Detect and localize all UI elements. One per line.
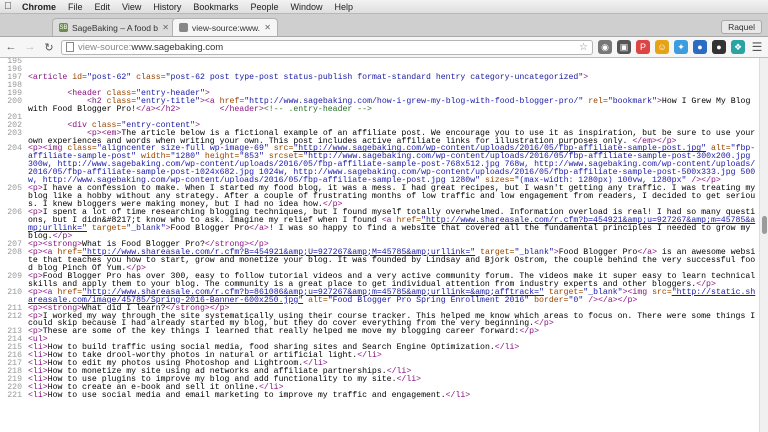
menu-view[interactable]: View bbox=[116, 2, 147, 12]
browser-toolbar: ← → ↻ view-source: www.sagebaking.com ☆ … bbox=[0, 37, 768, 58]
source-line: 209 <p>Food Blogger Pro has over 300, eas… bbox=[0, 271, 760, 289]
source-line: 221 <li>How to use social media and email… bbox=[0, 391, 760, 401]
tab-close-icon[interactable]: ✕ bbox=[162, 23, 169, 32]
line-number: 208 bbox=[7, 247, 22, 257]
menu-people[interactable]: People bbox=[244, 2, 284, 12]
line-number: 204 bbox=[7, 144, 22, 154]
tab-title: view-source:www.sagebaki bbox=[192, 22, 261, 33]
cast-extension-icon[interactable]: ▣ bbox=[617, 40, 631, 54]
line-number: 200 bbox=[7, 96, 22, 106]
source-code-view: 195 196 197 <article id="post-62" class="po… bbox=[0, 58, 760, 432]
url-host: www.sagebaking.com bbox=[131, 41, 224, 53]
bird-extension-icon[interactable]: ✦ bbox=[674, 40, 688, 54]
tab-sagebaking[interactable]: SB SageBaking – A food blog ✕ bbox=[52, 18, 176, 36]
line-code: <p><a href="http://www.shareasale.com/r.… bbox=[28, 287, 756, 305]
menu-window[interactable]: Window bbox=[284, 2, 328, 12]
line-code: <h2 class="entry-title"><a href="http://… bbox=[28, 96, 756, 114]
bookmark-star-icon[interactable]: ☆ bbox=[579, 42, 588, 53]
tab-close-icon[interactable]: ✕ bbox=[264, 23, 271, 32]
menu-history[interactable]: History bbox=[147, 2, 187, 12]
line-code: <p>I spent a lot of time researching blo… bbox=[28, 208, 756, 241]
reload-icon[interactable]: ↻ bbox=[41, 39, 57, 55]
line-number: 203 bbox=[7, 128, 22, 138]
chrome-menu-icon[interactable]: ☰ bbox=[750, 40, 764, 54]
page-icon bbox=[66, 42, 74, 52]
source-line: 208 <p><a href="http://www.shareasale.com… bbox=[0, 247, 760, 273]
source-line: 206 <p>I spent a lot of time researching … bbox=[0, 209, 760, 241]
source-line: 210 <p><a href="http://www.shareasale.com… bbox=[0, 287, 760, 305]
line-number: 212 bbox=[7, 311, 22, 321]
url-scheme: view-source: bbox=[78, 41, 132, 53]
chat-extension-icon[interactable]: ❖ bbox=[731, 40, 745, 54]
vertical-scrollbar[interactable] bbox=[759, 58, 768, 432]
blue-extension-icon[interactable]: ● bbox=[693, 40, 707, 54]
line-code: <li>How to use social media and email ma… bbox=[28, 391, 471, 401]
line-code: <p>These are some of the key things I le… bbox=[28, 327, 539, 337]
sagebaking-favicon-icon: SB bbox=[59, 23, 68, 32]
emoji-extension-icon[interactable]: ☺ bbox=[655, 40, 669, 54]
line-number: 221 bbox=[7, 391, 22, 401]
menu-edit[interactable]: Edit bbox=[89, 2, 117, 12]
page-favicon-icon bbox=[179, 23, 188, 32]
menu-file[interactable]: File bbox=[62, 2, 89, 12]
mac-menubar:  Chrome File Edit View History Bookmark… bbox=[0, 0, 768, 14]
source-line: 200 <h2 class="entry-title"><a href="htt… bbox=[0, 96, 760, 114]
menu-app-name[interactable]: Chrome bbox=[16, 2, 62, 12]
line-code: <p>Food Blogger Pro has over 300, easy t… bbox=[28, 271, 760, 289]
line-code: <p><a href="http://www.shareasale.com/r.… bbox=[28, 247, 756, 273]
pinterest-extension-icon[interactable]: P bbox=[636, 40, 650, 54]
tab-title: SageBaking – A food blog bbox=[72, 22, 159, 33]
source-line: 204 <p><img class="aligncenter size-full … bbox=[0, 145, 760, 185]
source-line: 195 bbox=[0, 58, 760, 66]
menu-help[interactable]: Help bbox=[328, 2, 359, 12]
scrollbar-thumb[interactable] bbox=[762, 216, 767, 234]
line-number: 206 bbox=[7, 208, 22, 218]
source-line: 205 <p>I have a confession to make. When … bbox=[0, 185, 760, 209]
forward-arrow-icon[interactable]: → bbox=[22, 39, 38, 55]
profile-button[interactable]: Raquel bbox=[721, 20, 762, 34]
dark-extension-icon[interactable]: ● bbox=[712, 40, 726, 54]
source-line: 197 <article id="post-62" class="post-62 … bbox=[0, 72, 760, 82]
line-number: 209 bbox=[7, 271, 22, 281]
source-line: 213 <p>These are some of the key things I… bbox=[0, 328, 760, 336]
line-code: <p>I have a confession to make. When I s… bbox=[28, 184, 760, 210]
line-code: <p><img class="aligncenter size-full wp-… bbox=[28, 144, 756, 186]
line-code: <article id="post-62" class="post-62 pos… bbox=[28, 72, 589, 82]
line-number: 210 bbox=[7, 287, 22, 297]
menu-bookmarks[interactable]: Bookmarks bbox=[187, 2, 244, 12]
tab-view-source[interactable]: view-source:www.sagebaki ✕ bbox=[172, 18, 278, 36]
tab-strip: SB SageBaking – A food blog ✕ view-sourc… bbox=[0, 14, 768, 37]
apple-icon[interactable]:  bbox=[0, 1, 16, 12]
address-bar[interactable]: view-source: www.sagebaking.com ☆ bbox=[61, 39, 593, 55]
back-arrow-icon[interactable]: ← bbox=[3, 39, 19, 55]
line-number: 205 bbox=[7, 184, 22, 194]
rss-extension-icon[interactable]: ◉ bbox=[598, 40, 612, 54]
